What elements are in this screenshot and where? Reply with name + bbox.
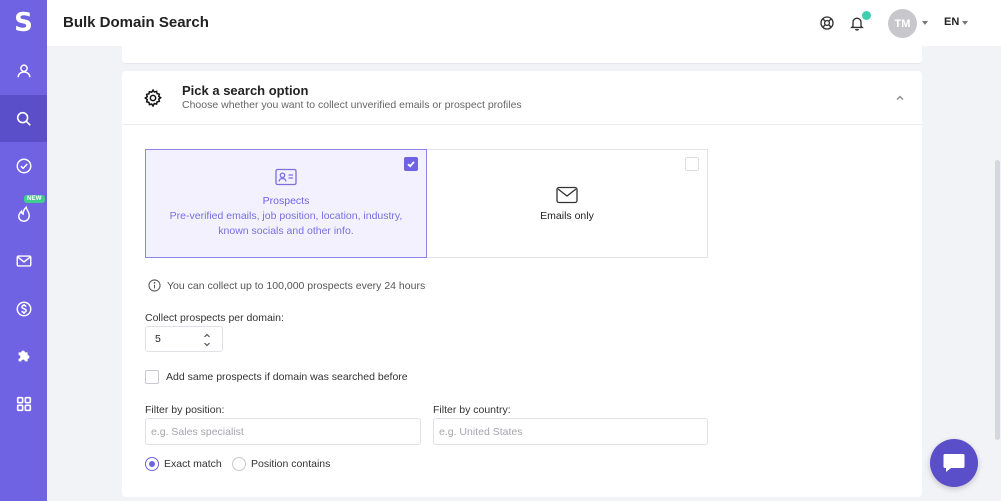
sidebar-item-search[interactable] (0, 95, 47, 142)
id-card-icon (275, 168, 297, 186)
flame-icon (17, 205, 30, 222)
puzzle-icon (18, 350, 29, 361)
chevron-down-icon[interactable] (922, 21, 928, 25)
position-contains-radio[interactable] (232, 457, 246, 471)
prospects-description: Pre-verified emails, job position, locat… (169, 210, 403, 237)
sidebar: S NEW (0, 0, 47, 501)
scrollbar-thumb[interactable] (995, 160, 1000, 440)
section-subtitle: Choose whether you want to collect unver… (182, 99, 522, 111)
chat-button[interactable] (930, 439, 978, 487)
exact-match-radio[interactable] (145, 457, 159, 471)
position-contains-option[interactable]: Position contains (232, 457, 330, 471)
add-same-prospects-label: Add same prospects if domain was searche… (166, 371, 408, 383)
check-circle-icon (16, 158, 31, 173)
sidebar-item-billing[interactable] (0, 285, 47, 332)
search-icon (16, 111, 31, 126)
limit-info-text: You can collect up to 100,000 prospects … (167, 279, 426, 292)
search-option-card: Pick a search option Choose whether you … (122, 71, 922, 497)
notifications-button[interactable] (847, 11, 871, 33)
info-icon (148, 279, 161, 292)
exact-match-option[interactable]: Exact match (145, 457, 222, 471)
collect-label: Collect prospects per domain: (145, 312, 284, 324)
page-scrollbar[interactable] (994, 46, 1001, 501)
option-emails-only[interactable]: Emails only (427, 149, 708, 258)
section-title: Pick a search option (182, 83, 309, 98)
help-button[interactable] (817, 13, 837, 33)
filter-position-label: Filter by position: (145, 404, 225, 416)
collect-quantity-value[interactable]: 5 (155, 333, 161, 345)
language-selector[interactable]: EN (944, 16, 959, 28)
lifebuoy-icon (820, 16, 834, 30)
sidebar-item-contacts[interactable] (0, 47, 47, 94)
gear-icon (144, 88, 162, 108)
notification-dot (862, 11, 871, 20)
card-header[interactable]: Pick a search option Choose whether you … (122, 71, 922, 125)
add-same-prospects-checkbox[interactable] (145, 370, 159, 384)
sidebar-item-apps[interactable] (0, 380, 47, 427)
page-title: Bulk Domain Search (63, 14, 209, 31)
grid-icon (16, 396, 31, 411)
prospects-checkbox[interactable] (404, 157, 418, 171)
mail-icon (16, 254, 31, 267)
option-prospects[interactable]: Prospects Pre-verified emails, job posit… (145, 149, 427, 258)
prospects-title: Prospects (262, 195, 310, 207)
previous-card (122, 46, 922, 64)
sidebar-item-campaigns[interactable] (0, 237, 47, 284)
emails-only-title: Emails only (540, 210, 594, 222)
chat-bubble-icon (943, 454, 965, 472)
sidebar-item-new-feature[interactable]: NEW (0, 190, 47, 237)
filter-country-input[interactable] (433, 418, 708, 445)
app-logo[interactable]: S (0, 0, 47, 46)
envelope-icon (556, 186, 578, 204)
collect-quantity-stepper[interactable]: 5 (145, 326, 223, 352)
emails-only-checkbox[interactable] (685, 157, 699, 171)
stepper-arrows-icon[interactable] (202, 331, 212, 349)
chevron-down-icon[interactable] (962, 21, 968, 25)
user-avatar[interactable]: TM (888, 9, 917, 38)
user-icon (16, 63, 31, 77)
exact-match-label: Exact match (164, 458, 222, 470)
filter-position-input[interactable] (145, 418, 421, 445)
position-contains-label: Position contains (251, 458, 331, 470)
new-badge: NEW (24, 195, 45, 203)
checkmark-icon (407, 161, 415, 168)
sidebar-item-integrations[interactable] (0, 332, 47, 379)
top-header: Bulk Domain Search TM EN (47, 0, 1001, 46)
chevron-up-icon[interactable] (894, 93, 906, 103)
add-same-prospects-option[interactable]: Add same prospects if domain was searche… (145, 370, 408, 384)
limit-info: You can collect up to 100,000 prospects … (148, 279, 425, 292)
filter-country-label: Filter by country: (433, 404, 511, 416)
sidebar-item-verifier[interactable] (0, 142, 47, 189)
dollar-icon (16, 301, 31, 316)
